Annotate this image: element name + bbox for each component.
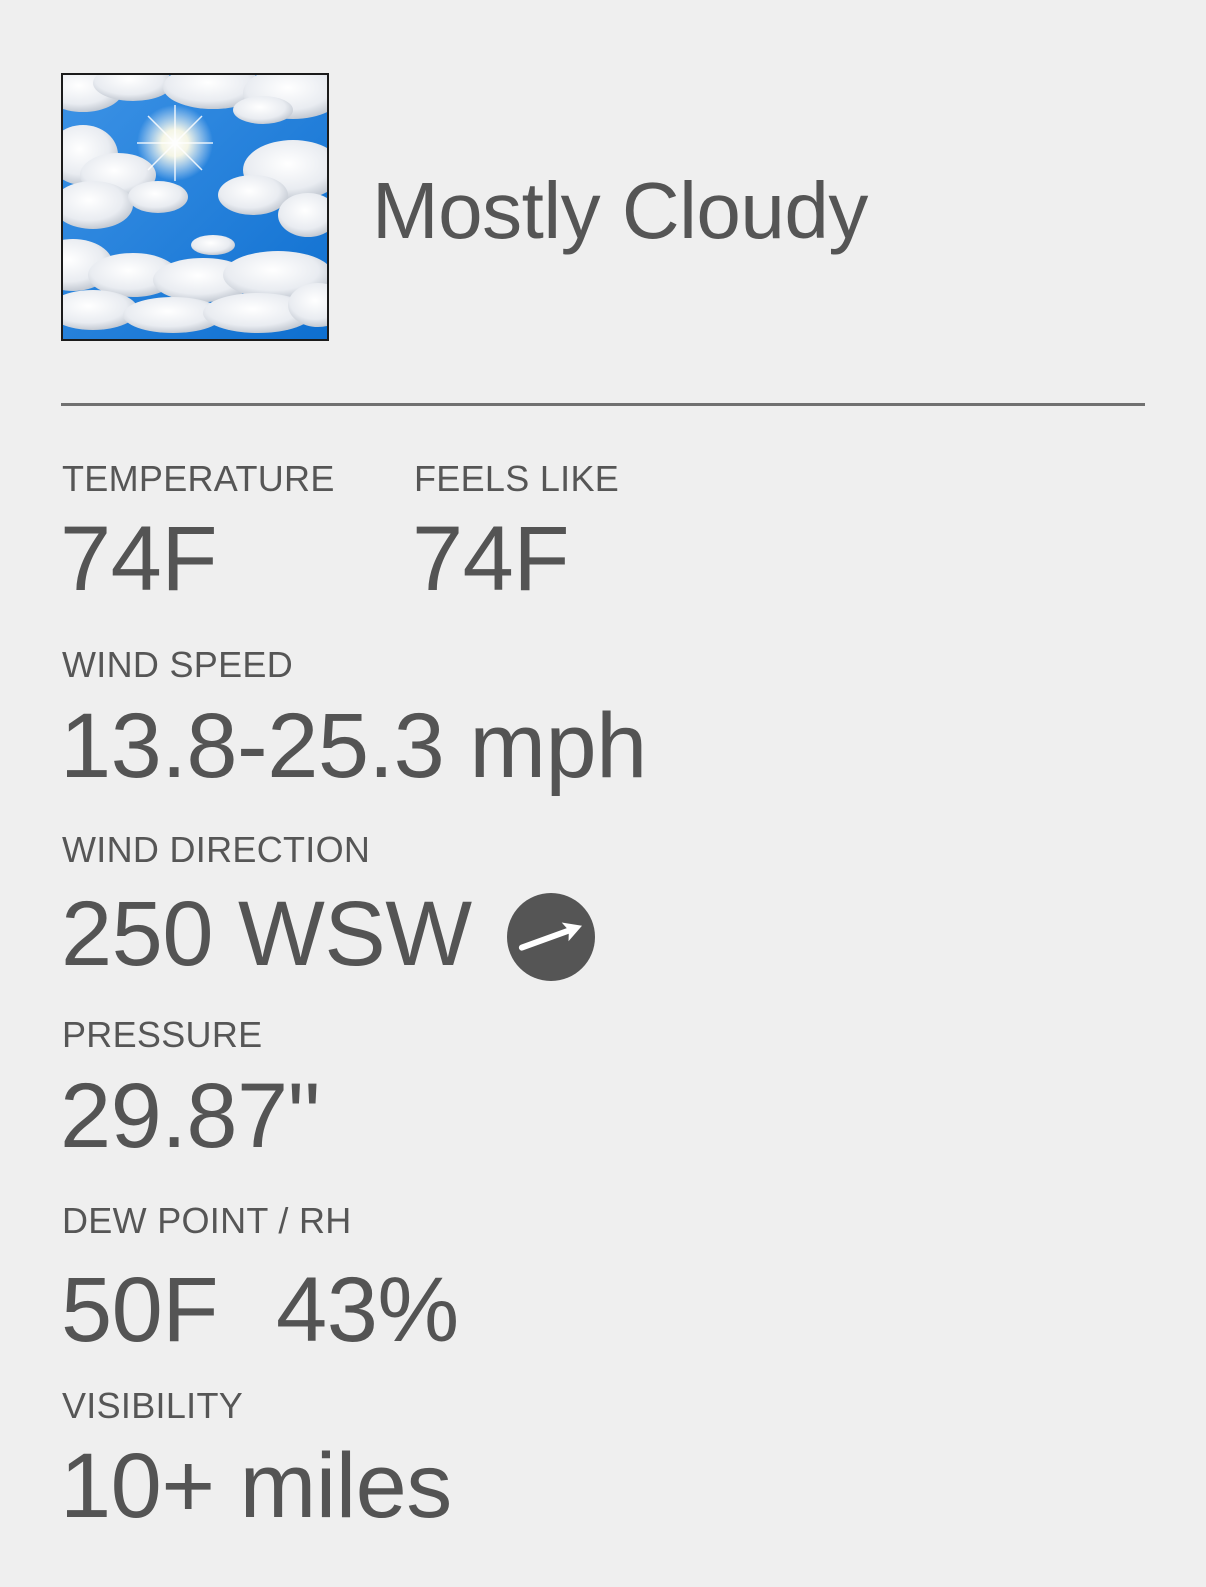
relative-humidity-value: 43%: [276, 1259, 459, 1361]
feels-like-value: 74F: [412, 508, 570, 610]
mostly-cloudy-sky-image: [61, 73, 329, 341]
pressure-label: PRESSURE: [62, 1014, 263, 1055]
temperature-label: TEMPERATURE: [62, 458, 335, 499]
wind-direction-row: 250 WSW: [61, 882, 596, 987]
wind-speed-label: WIND SPEED: [62, 644, 294, 685]
dew-point-value: 50F: [61, 1259, 219, 1361]
dew-point-rh-label: DEW POINT / RH: [62, 1200, 352, 1241]
wind-direction-value: 250 WSW: [61, 883, 472, 985]
visibility-label: VISIBILITY: [62, 1385, 244, 1426]
pressure-value: 29.87": [60, 1065, 320, 1167]
divider: [61, 403, 1145, 406]
wind-speed-value: 13.8-25.3 mph: [60, 695, 647, 797]
feels-like-label: FEELS LIKE: [414, 458, 620, 499]
temperature-value: 74F: [60, 508, 218, 610]
visibility-value: 10+ miles: [60, 1435, 452, 1537]
wind-direction-arrow-icon: [506, 892, 596, 982]
current-conditions-header: Mostly Cloudy: [61, 72, 868, 342]
condition-text: Mostly Cloudy: [372, 166, 868, 255]
wind-direction-label: WIND DIRECTION: [62, 829, 371, 870]
dew-point-rh-row: 50F 43%: [61, 1258, 459, 1363]
